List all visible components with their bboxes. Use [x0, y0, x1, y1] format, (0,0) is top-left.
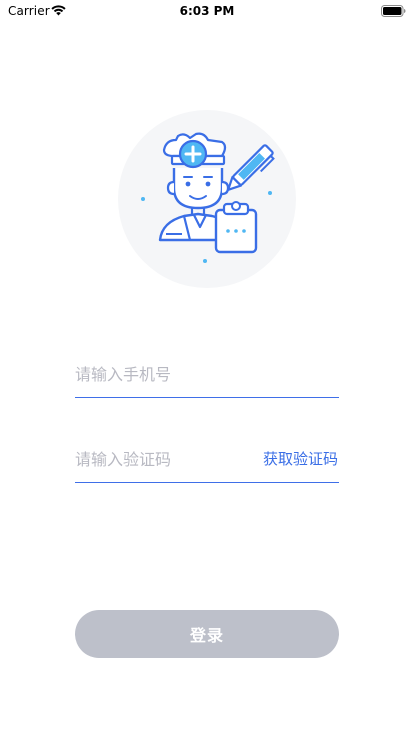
battery-icon — [381, 5, 406, 17]
verification-code-input[interactable] — [75, 442, 255, 476]
phone-input[interactable] — [75, 357, 255, 391]
phone-field — [75, 357, 339, 398]
status-bar: Carrier 6:03 PM — [0, 0, 414, 22]
verification-code-field: 获取验证码 — [75, 442, 339, 483]
clock: 6:03 PM — [179, 4, 235, 18]
get-code-button[interactable]: 获取验证码 — [263, 448, 338, 469]
doctor-illustration-icon — [118, 110, 296, 288]
login-button[interactable]: 登录 — [75, 610, 339, 658]
